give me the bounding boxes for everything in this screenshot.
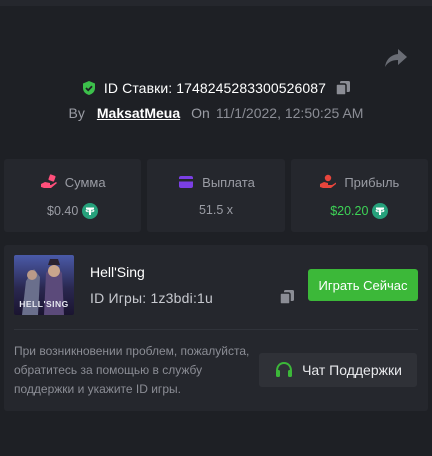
game-card: HELL'SING Hell'Sing ID Игры: 1z3bdi:1u И… [4,245,428,411]
on-label: On [191,105,210,121]
bet-id-label: ID Ставки: 1748245283300526087 [103,80,327,96]
hand-coin-icon [40,174,57,188]
stat-profit-label: Прибыль [344,174,400,190]
stat-payout: Выплата 51.5 x [147,159,285,232]
copy-icon[interactable] [335,80,351,96]
stat-profit: Прибыль $20.20 [290,159,428,232]
bet-id-row: ID Ставки: 1748245283300526087 [0,78,432,98]
help-text: При возникновении проблем, пожалуйста, о… [14,344,250,396]
thumbnail-title: HELL'SING [19,299,69,309]
top-strip [0,0,432,6]
copy-game-id-icon[interactable] [279,289,295,305]
support-chat-label: Чат Поддержки [302,362,402,378]
stat-amount-label: Сумма [64,174,106,190]
wallet-card-icon [179,176,194,188]
headset-icon [276,361,293,377]
tether-icon [82,203,99,219]
play-now-button[interactable]: Играть Сейчас [308,269,418,301]
divider [14,329,418,330]
stat-profit-value: $20.20 [330,204,369,218]
game-id: ID Игры: 1z3bdi:1u [90,290,214,306]
stat-amount-value: $0.40 [47,204,79,218]
by-label: By [68,105,85,121]
bet-stats: Сумма $0.40 Выплата 51.5 x Прибыль $20.2… [4,159,428,232]
username-link[interactable]: MaksatMeua [97,105,180,121]
stat-payout-value: 51.5 x [198,203,234,217]
stat-amount: Сумма $0.40 [4,159,142,232]
tether-icon [372,203,389,219]
bet-meta-row: By MaksatMeua On 11/1/2022, 12:50:25 AM [0,103,432,123]
game-name: Hell'Sing [90,264,145,280]
profit-hand-icon [320,174,337,188]
verified-shield-icon [82,81,95,95]
stat-payout-label: Выплата [202,174,255,190]
support-chat-button[interactable]: Чат Поддержки [259,353,417,387]
bet-datetime: 11/1/2022, 12:50:25 AM [215,105,364,121]
share-icon [385,49,407,67]
share-button[interactable] [384,47,408,69]
game-thumbnail[interactable]: HELL'SING [14,255,74,315]
